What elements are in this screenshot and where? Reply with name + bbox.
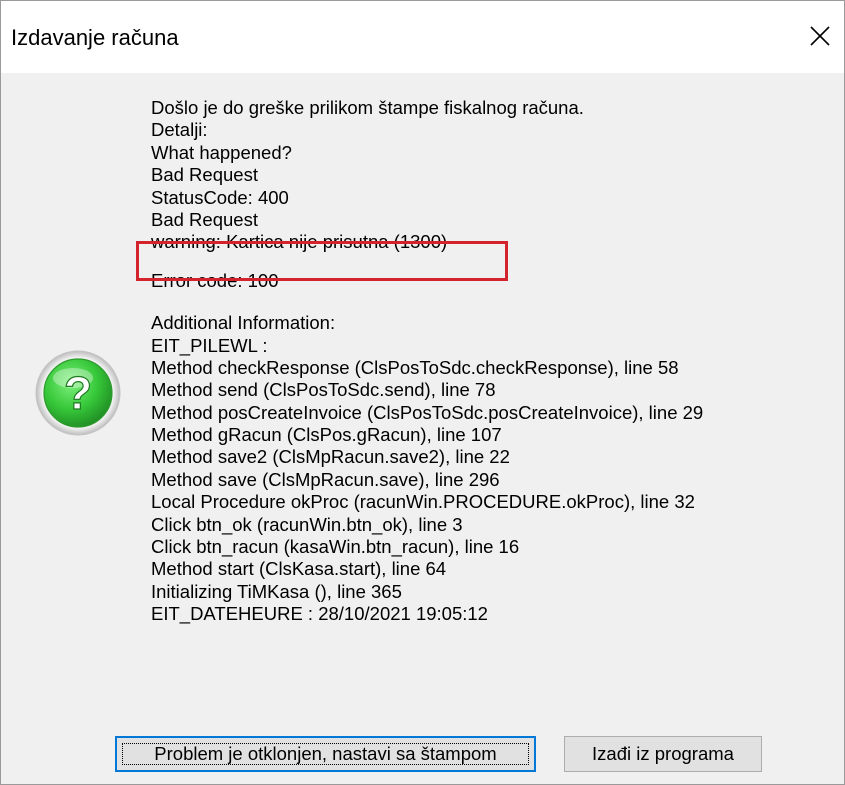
question-icon: ? [35,350,121,436]
additional-line: Method posCreateInvoice (ClsPosToSdc.pos… [151,401,704,423]
window-title: Izdavanje računa [11,25,179,50]
additional-line: EIT_PILEWL : [151,334,268,356]
message-line: Došlo je do greške prilikom štampe fiska… [151,97,584,118]
additional-line: Method checkResponse (ClsPosToSdc.checkR… [151,356,679,378]
svg-text:?: ? [64,367,92,419]
additional-line: Method save2 (ClsMpRacun.save2), line 22 [151,446,510,468]
exit-program-label: Izađi iz programa [592,743,734,764]
focus-rectangle [122,743,529,765]
additional-line: Additional Information: [151,312,336,334]
message-line: Detalji: [151,119,208,141]
additional-line: Method send (ClsPosToSdc.send), line 78 [151,379,496,401]
exit-program-button[interactable]: Izađi iz programa [564,736,762,772]
additional-line: Click btn_racun (kasaWin.btn_racun), lin… [151,536,520,558]
continue-printing-button[interactable]: Problem je otklonjen, nastavi sa štampom [115,736,536,772]
warning-highlight-box [136,241,508,281]
additional-line: Local Procedure okProc (racunWin.PROCEDU… [151,491,695,513]
message-text: Došlo je do greške prilikom štampe fiska… [151,97,831,626]
additional-line: Method start (ClsKasa.start), line 64 [151,558,447,580]
close-button[interactable] [796,13,844,59]
message-line: Bad Request [151,164,258,186]
additional-line: Click btn_ok (racunWin.btn_ok), line 3 [151,513,463,535]
message-line: StatusCode: 400 [151,186,289,208]
message-line: Bad Request [151,208,258,230]
close-icon [810,26,830,46]
additional-line: Initializing TiMKasa (), line 365 [151,580,402,602]
dialog-window: Izdavanje računa ? Došlo je do greške pr… [0,0,845,785]
message-line: What happened? [151,141,292,163]
additional-line: EIT_DATEHEURE : 28/10/2021 19:05:12 [151,603,488,625]
additional-line: Method save (ClsMpRacun.save), line 296 [151,468,500,490]
title-bar: Izdavanje računa [1,1,844,73]
additional-line: Method gRacun (ClsPos.gRacun), line 107 [151,424,502,446]
